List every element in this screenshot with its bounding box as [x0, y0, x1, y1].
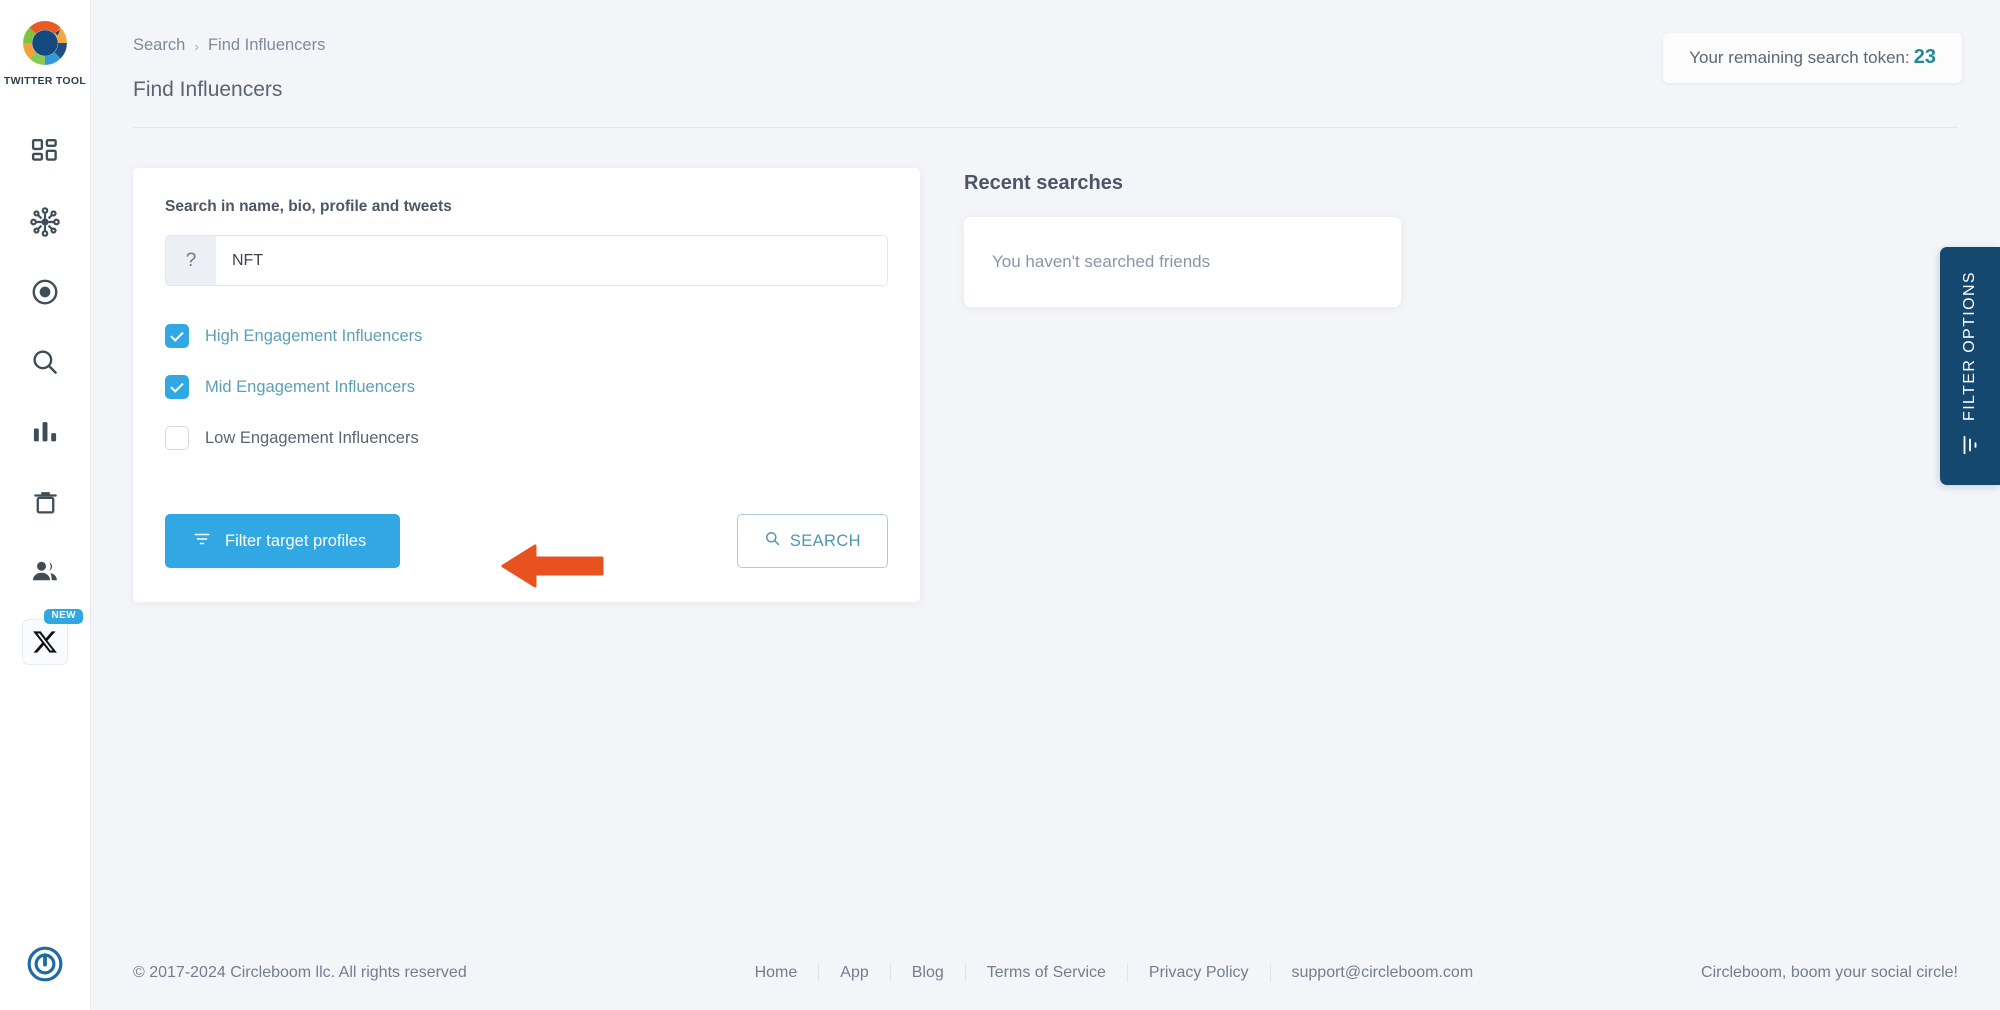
- sidebar-item-dashboard[interactable]: [0, 117, 90, 187]
- sidebar-item-search[interactable]: [0, 327, 90, 397]
- checkbox-label-low-engagement: Low Engagement Influencers: [205, 429, 419, 448]
- checkbox-row-low-engagement[interactable]: Low Engagement Influencers: [165, 422, 888, 454]
- question-mark-icon[interactable]: ?: [166, 236, 216, 285]
- filter-target-profiles-button[interactable]: Filter target profiles: [165, 514, 400, 568]
- search-token-badge: Your remaining search token:23: [1663, 33, 1962, 83]
- recent-searches-card: You haven't searched friends: [964, 217, 1401, 307]
- breadcrumb-parent[interactable]: Search: [133, 36, 185, 55]
- footer-link-privacy-policy[interactable]: Privacy Policy: [1128, 964, 1271, 982]
- search-card: Search in name, bio, profile and tweets …: [133, 168, 920, 602]
- footer-link-app[interactable]: App: [819, 964, 890, 982]
- footer-links: Home App Blog Terms of Service Privacy P…: [527, 964, 1701, 982]
- brand[interactable]: TWITTER TOOL: [0, 16, 90, 87]
- page-title: Find Influencers: [133, 78, 282, 102]
- app-root: TWITTER TOOL: [0, 0, 2000, 1010]
- circleboom-logo-icon: [18, 16, 72, 70]
- filter-target-profiles-label: Filter target profiles: [225, 532, 366, 551]
- checkbox-low-engagement[interactable]: [165, 426, 189, 450]
- footer-copyright: © 2017-2024 Circleboom llc. All rights r…: [133, 964, 467, 982]
- footer-link-blog[interactable]: Blog: [891, 964, 966, 982]
- trash-icon: [31, 488, 60, 517]
- card-actions: Filter target profiles SEARCH: [165, 514, 888, 568]
- main-content: Search › Find Influencers Find Influence…: [91, 0, 2000, 1010]
- search-input-group: ?: [165, 235, 888, 286]
- target-circle-icon: [30, 277, 60, 307]
- filter-icon: [1959, 434, 1981, 461]
- title-divider: [133, 127, 1958, 128]
- dashboard-grid-icon: [30, 137, 60, 167]
- power-circle-icon: [26, 970, 64, 987]
- x-logo-icon: [32, 629, 58, 655]
- search-icon: [764, 530, 781, 552]
- checkbox-high-engagement[interactable]: [165, 324, 189, 348]
- sidebar-item-target[interactable]: [0, 257, 90, 327]
- sidebar-item-cleanup[interactable]: [0, 467, 90, 537]
- search-icon: [30, 347, 60, 377]
- breadcrumb: Search › Find Influencers: [133, 36, 325, 55]
- checkbox-label-high-engagement: High Engagement Influencers: [205, 327, 422, 346]
- network-nodes-icon: [29, 206, 61, 238]
- sidebar-item-power[interactable]: [26, 945, 64, 988]
- filter-options-drawer-tab[interactable]: FILTER OPTIONS: [1940, 247, 2000, 485]
- sidebar-item-x-twitter[interactable]: NEW: [0, 607, 90, 677]
- footer-link-terms-of-service[interactable]: Terms of Service: [966, 964, 1128, 982]
- new-badge: NEW: [44, 609, 83, 624]
- sidebar-item-friends[interactable]: [0, 537, 90, 607]
- sidebar: TWITTER TOOL: [0, 0, 91, 1010]
- engagement-checkbox-group: High Engagement Influencers Mid Engageme…: [165, 320, 888, 454]
- sidebar-item-analytics[interactable]: [0, 397, 90, 467]
- footer-link-home[interactable]: Home: [734, 964, 820, 982]
- search-button[interactable]: SEARCH: [737, 514, 888, 568]
- footer-link-support-email[interactable]: support@circleboom.com: [1271, 964, 1495, 982]
- search-field-label: Search in name, bio, profile and tweets: [165, 198, 888, 216]
- checkbox-mid-engagement[interactable]: [165, 375, 189, 399]
- filter-options-label: FILTER OPTIONS: [1961, 271, 1979, 421]
- recent-searches-section: Recent searches You haven't searched fri…: [964, 168, 1401, 307]
- breadcrumb-current[interactable]: Find Influencers: [208, 36, 325, 55]
- search-token-value: 23: [1914, 46, 1936, 68]
- sidebar-nav: NEW: [0, 117, 90, 677]
- checkbox-label-mid-engagement: Mid Engagement Influencers: [205, 378, 415, 397]
- checkbox-row-mid-engagement[interactable]: Mid Engagement Influencers: [165, 371, 888, 403]
- breadcrumb-separator-icon: ›: [194, 38, 199, 54]
- content-area: Search in name, bio, profile and tweets …: [133, 168, 1958, 602]
- bar-chart-icon: [31, 418, 59, 446]
- sidebar-item-network[interactable]: [0, 187, 90, 257]
- footer-tagline: Circleboom, boom your social circle!: [1701, 964, 1958, 982]
- recent-searches-empty-message: You haven't searched friends: [992, 252, 1210, 272]
- search-input[interactable]: [216, 236, 887, 285]
- search-button-label: SEARCH: [790, 532, 861, 551]
- search-token-label: Your remaining search token:: [1689, 48, 1910, 67]
- footer: © 2017-2024 Circleboom llc. All rights r…: [91, 936, 2000, 1010]
- checkbox-row-high-engagement[interactable]: High Engagement Influencers: [165, 320, 888, 352]
- filter-icon: [193, 530, 211, 553]
- recent-searches-title: Recent searches: [964, 172, 1401, 195]
- sidebar-bottom: [0, 945, 90, 988]
- brand-label: TWITTER TOOL: [4, 75, 86, 87]
- users-icon: [30, 557, 60, 587]
